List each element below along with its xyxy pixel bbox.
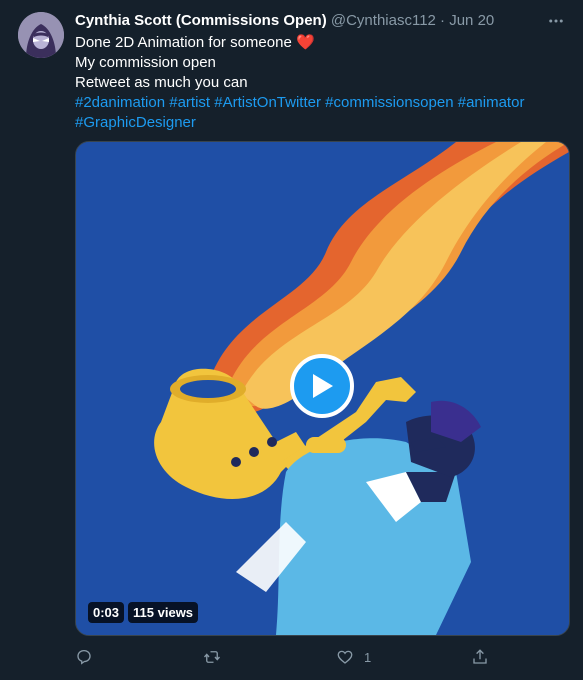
share-button[interactable]: [471, 645, 489, 669]
tweet[interactable]: Cynthia Scott (Commissions Open) @Cynthi…: [0, 0, 583, 680]
separator-dot: ·: [440, 12, 446, 29]
text-line-3: Retweet as much you can: [75, 74, 248, 91]
hashtag-link[interactable]: #animator: [458, 94, 525, 111]
hashtags-line-2: #GraphicDesigner: [75, 113, 563, 133]
more-dots-icon[interactable]: [543, 8, 569, 34]
hashtag-link[interactable]: #2danimation: [75, 94, 165, 111]
hashtags-line: #2danimation #artist #ArtistOnTwitter #c…: [75, 93, 563, 113]
avatar-image: [18, 12, 64, 58]
tweet-text: Done 2D Animation for someone ❤️ My comm…: [75, 33, 563, 133]
tweet-date[interactable]: Jun 20: [449, 12, 494, 29]
video-views: 115 views: [128, 602, 199, 623]
heart-icon: [337, 650, 353, 664]
hashtag-link[interactable]: #ArtistOnTwitter: [214, 94, 321, 111]
hashtag-link[interactable]: #GraphicDesigner: [75, 114, 196, 131]
author-handle[interactable]: @Cynthiasc112: [331, 12, 436, 29]
like-count: 1: [364, 649, 372, 665]
author-name[interactable]: Cynthia Scott (Commissions Open): [75, 12, 327, 29]
play-button[interactable]: [290, 354, 354, 418]
video-badges: 0:03 115 views: [88, 602, 199, 623]
text-line-1: Done 2D Animation for someone: [75, 34, 292, 51]
tweet-actions: 1: [75, 645, 495, 669]
hashtag-link[interactable]: #commissionsopen: [325, 94, 453, 111]
share-icon: [473, 649, 487, 664]
reply-icon: [77, 649, 91, 665]
retweet-button[interactable]: [203, 645, 221, 669]
reply-button[interactable]: [75, 645, 93, 669]
hashtag-link[interactable]: #artist: [169, 94, 210, 111]
text-line-2: My commission open: [75, 54, 216, 71]
video-duration: 0:03: [88, 602, 125, 623]
tweet-header: Cynthia Scott (Commissions Open) @Cynthi…: [75, 11, 543, 31]
like-button[interactable]: 1: [336, 645, 371, 669]
video-player[interactable]: 0:03 115 views: [75, 141, 570, 636]
heart-emoji: ❤️: [295, 34, 315, 51]
avatar[interactable]: [18, 12, 64, 58]
play-icon: [313, 374, 333, 398]
retweet-icon: [203, 651, 221, 663]
